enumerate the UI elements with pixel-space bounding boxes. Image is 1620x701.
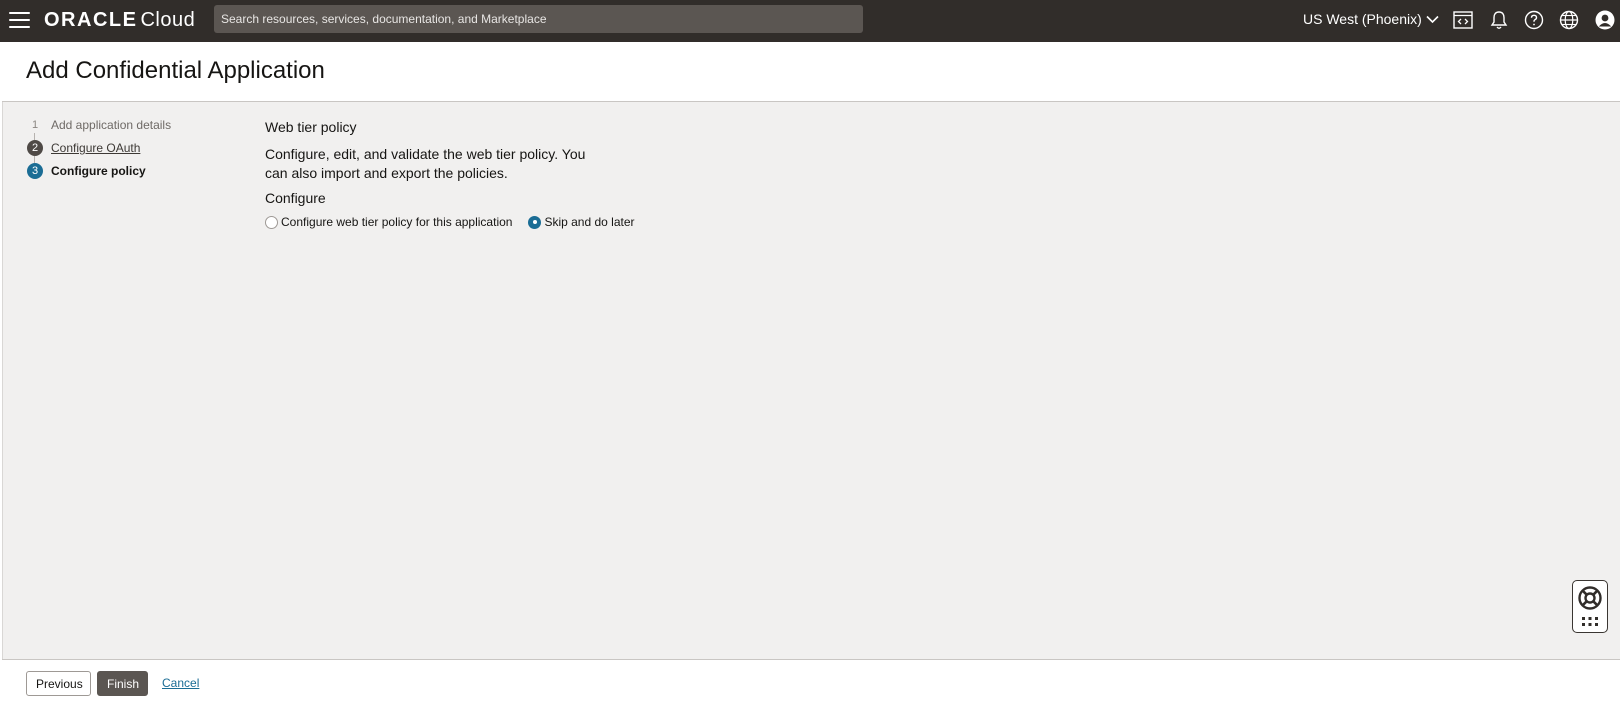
- top-navigation-bar: ORACLECloud US West (Phoenix): [0, 0, 1620, 42]
- step-label[interactable]: Configure OAuth: [51, 141, 140, 155]
- finish-button[interactable]: Finish: [97, 671, 148, 696]
- step-configure-policy: 3 Configure policy: [27, 163, 146, 179]
- left-edge-divider: [0, 42, 3, 701]
- radio-label: Skip and do later: [544, 215, 635, 229]
- logo-oracle-text: ORACLE: [44, 9, 138, 31]
- radio-label: Configure web tier policy for this appli…: [281, 215, 513, 229]
- web-tier-policy-section: Web tier policy Configure, edit, and val…: [265, 119, 665, 229]
- radio-unselected-icon[interactable]: [265, 215, 278, 229]
- section-description: Configure, edit, and validate the web ti…: [265, 146, 586, 181]
- user-profile-icon[interactable]: [1594, 9, 1616, 31]
- cancel-link[interactable]: Cancel: [162, 676, 199, 690]
- step-connector: [34, 156, 35, 163]
- step-configure-oauth[interactable]: 2 Configure OAuth: [27, 140, 140, 156]
- section-title: Web tier policy: [265, 119, 357, 135]
- previous-button[interactable]: Previous: [26, 671, 91, 696]
- help-icon[interactable]: [1523, 9, 1545, 31]
- lifebuoy-icon: [1578, 586, 1602, 610]
- step-add-application-details: 1 Add application details: [27, 117, 171, 133]
- step-number: 1: [31, 119, 39, 131]
- oracle-cloud-logo[interactable]: ORACLE Cloud: [44, 9, 195, 32]
- step-label: Configure policy: [51, 164, 146, 178]
- step-connector: [34, 133, 35, 140]
- radio-configure-web-tier-policy[interactable]: Configure web tier policy for this appli…: [265, 215, 512, 229]
- radio-selected-icon[interactable]: [528, 215, 542, 229]
- step-label: Add application details: [51, 118, 172, 132]
- grid-dots-icon: [1582, 617, 1598, 626]
- configure-label: Configure: [265, 190, 326, 206]
- help-widget-button[interactable]: [1572, 580, 1608, 633]
- region-selector[interactable]: US West (Phoenix): [1303, 11, 1439, 27]
- radio-skip-and-do-later[interactable]: Skip and do later: [528, 215, 635, 229]
- code-editor-icon[interactable]: [1452, 9, 1474, 31]
- step-number: 2: [27, 140, 43, 156]
- logo-cloud-text: Cloud: [140, 9, 196, 31]
- chevron-down-icon: [1426, 15, 1439, 23]
- page-title: Add Confidential Application: [26, 57, 325, 84]
- menu-icon[interactable]: [9, 12, 30, 28]
- region-label: US West (Phoenix): [1303, 11, 1422, 27]
- globe-icon[interactable]: [1558, 9, 1580, 31]
- page-header: Add Confidential Application: [2, 42, 1620, 102]
- configure-radio-group: Configure web tier policy for this appli…: [265, 215, 665, 229]
- step-number: 3: [27, 163, 43, 179]
- search-input[interactable]: [214, 5, 863, 33]
- bell-icon[interactable]: [1488, 9, 1510, 31]
- wizard-footer: Previous Finish Cancel: [2, 659, 1620, 701]
